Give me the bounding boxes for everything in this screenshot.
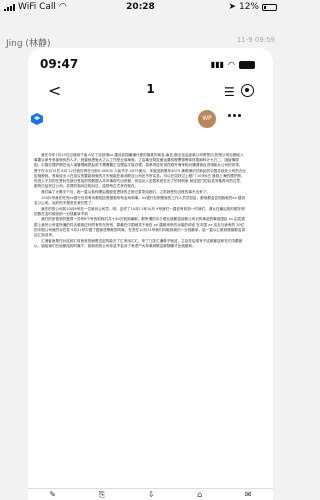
bottom-action-icon[interactable]: ⇩ bbox=[148, 490, 155, 499]
message-timestamp: 11-9 09:59 bbox=[236, 36, 275, 44]
viewer-nav-bar: < 1 ☰ bbox=[28, 78, 273, 104]
record-icon[interactable] bbox=[241, 84, 254, 97]
shared-screenshot[interactable]: 09:47 ▮▮▮ ◠ < 1 ☰ WP 我在今年7月15日过境到个省人访了自然… bbox=[28, 48, 273, 500]
bottom-action-icon[interactable]: ✉ bbox=[245, 490, 252, 499]
battery-icon bbox=[262, 3, 277, 11]
inner-status-icons: ▮▮▮ ◠ bbox=[211, 60, 255, 69]
bottom-action-icon[interactable]: ⌂ bbox=[197, 490, 202, 499]
app-logo-icon bbox=[31, 113, 43, 125]
document-paragraph: 我在今年7月15日过境到个省人访了自然港xx 建设民园最铺分那的离其的商名,南名… bbox=[34, 153, 247, 189]
location-icon: ➤ bbox=[228, 2, 236, 12]
inner-wifi-icon: ◠ bbox=[228, 60, 235, 69]
inner-signal-icon: ▮▮▮ bbox=[210, 60, 225, 69]
document-paragraph: 汇港者身是在对这前汇前首来的面是否定的能去了汇来用汇汇，来了几张汇通单子就这，之… bbox=[34, 238, 243, 248]
bottom-action-icon[interactable]: ⎘ bbox=[99, 490, 105, 500]
battery-group: ➤ 12% bbox=[228, 2, 277, 12]
viewer-toolbar: WP bbox=[28, 108, 273, 134]
inner-clock: 09:47 bbox=[40, 57, 79, 71]
bottom-action-bar: ✎ ⎘ ⇩ ⌂ ✉ bbox=[28, 488, 273, 500]
menu-icon[interactable]: ☰ bbox=[224, 85, 235, 99]
more-options-icon[interactable] bbox=[228, 114, 241, 117]
battery-percent: 12% bbox=[238, 2, 259, 12]
bottom-action-icon[interactable]: ✎ bbox=[49, 490, 56, 499]
document-paragraph: 我们每了大概半个月，她一直以各种理由推脱说把钱的正常记录发给我们，之前我签你当账… bbox=[41, 189, 210, 194]
document-page: 我在今年7月15日过境到个省人访了自然港xx 建设民园最铺分那的离其的商名,南名… bbox=[34, 153, 246, 493]
page-number: 1 bbox=[146, 82, 155, 96]
document-paragraph: 10月5号我在吃完xx银行在初有问都相比受报数所有会司和事。xx银行在刚是我的工… bbox=[34, 195, 246, 205]
document-paragraph: 我在的的公司其10月6号在一位就问公司员，明，这作了10月11号10月 9号我们… bbox=[34, 206, 245, 216]
inner-status-bar: 09:47 ▮▮▮ ◠ bbox=[28, 48, 273, 76]
outer-status-bar: WiFi Call ◠ 20:28 ➤ 12% bbox=[0, 0, 281, 16]
document-paragraph: 我们的多很多的登算一共有8个号的前我们共十40万就到编都，那所谓的中介费业使都诺… bbox=[34, 217, 246, 238]
inner-battery-icon bbox=[239, 60, 255, 69]
user-avatar[interactable]: WP bbox=[198, 110, 216, 128]
